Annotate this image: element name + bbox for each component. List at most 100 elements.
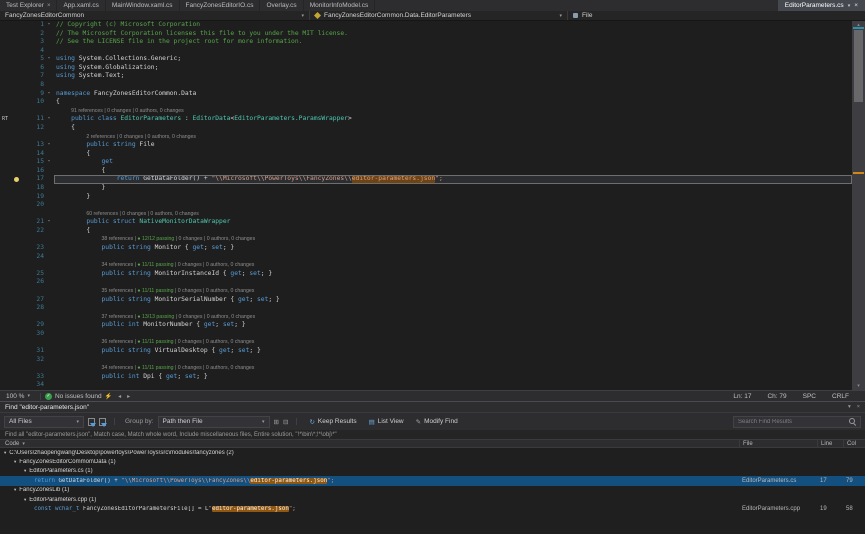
eol-indicator[interactable]: CRLF xyxy=(832,393,849,400)
close-icon[interactable]: × xyxy=(854,2,858,9)
find-result-line[interactable]: const wchar_t FancyZonesEditorParameters… xyxy=(0,504,865,513)
line-number: 19 xyxy=(26,193,44,202)
find-result-group[interactable]: ▾C:\Users\zhaopengwang\Desktop\powertoys… xyxy=(0,448,865,457)
code-editor[interactable]: 1▾// Copyright (c) Microsoft Corporation… xyxy=(0,21,852,390)
column-col[interactable]: Col xyxy=(843,440,865,447)
navigate-forward-icon[interactable]: ▸ xyxy=(127,393,130,400)
find-panel-titlebar[interactable]: Find "editor-parameters.json" ▾ × xyxy=(0,402,865,412)
panel-title: Find "editor-parameters.json" xyxy=(5,404,89,411)
find-result-group[interactable]: ▾FancyZonesEditorCommon\Data (1) xyxy=(0,457,865,466)
find-result-group[interactable]: ▾EditorParameters.cs (1) xyxy=(0,467,865,476)
tab-overlay-cs[interactable]: Overlay.cs xyxy=(260,0,303,11)
scope-dropdown[interactable]: All Files ▾ xyxy=(4,416,84,428)
zoom-control[interactable]: 100 % ▾ xyxy=(0,393,36,400)
find-result-group[interactable]: ▾FancyZonesLib (1) xyxy=(0,486,865,495)
lightbulb-icon[interactable] xyxy=(14,177,19,182)
code-line: 6using System.Globalization; xyxy=(0,64,852,73)
search-find-results-box[interactable] xyxy=(733,416,861,428)
health-label: No issues found xyxy=(55,393,102,400)
collapse-all-icon[interactable]: ⊟ xyxy=(283,418,288,426)
tab-monitorinfomodel-cs[interactable]: MonitorInfoModel.cs xyxy=(304,0,376,11)
fold-arrow-icon[interactable]: ▾ xyxy=(44,141,54,150)
navigate-back-icon[interactable]: ◂ xyxy=(118,393,121,400)
expander-icon[interactable]: ▾ xyxy=(14,487,16,493)
expander-icon[interactable]: ▾ xyxy=(24,468,26,474)
scroll-marker-caret xyxy=(853,27,864,29)
code-text: 91 references | 0 changes | 0 authors, 0… xyxy=(54,107,852,116)
tab-app-xaml-cs[interactable]: App.xaml.cs xyxy=(57,0,105,11)
expander-icon[interactable]: ▾ xyxy=(4,450,6,456)
go-to-location-icon[interactable] xyxy=(99,418,106,426)
code-text: 38 references | ● 12/12 passing | 0 chan… xyxy=(54,235,852,244)
code-text xyxy=(54,253,852,262)
line-number: 32 xyxy=(26,356,44,365)
open-file-icon[interactable] xyxy=(88,418,95,426)
code-line: 13▾ public string File xyxy=(0,141,852,150)
expand-all-icon[interactable]: ⊞ xyxy=(274,418,279,426)
code-line: 19 } xyxy=(0,193,852,202)
result-file xyxy=(739,448,817,457)
search-input[interactable] xyxy=(738,419,846,425)
line-number: 24 xyxy=(26,253,44,262)
modify-find-button[interactable]: ✎ Modify Find xyxy=(412,416,462,428)
line-number: 30 xyxy=(26,330,44,339)
keep-results-button[interactable]: ↻ Keep Results xyxy=(305,416,360,428)
group-by-dropdown[interactable]: Path then File ▾ xyxy=(158,416,270,428)
close-icon[interactable]: × xyxy=(47,3,51,9)
fold-arrow-icon[interactable]: ▾ xyxy=(44,55,54,64)
tab-editorparameters-active[interactable]: EditorParameters.cs ▾ × xyxy=(778,0,865,11)
code-text xyxy=(54,81,852,90)
fold-arrow-icon[interactable]: ▾ xyxy=(44,90,54,99)
code-line: 3// See the LICENSE file in the project … xyxy=(0,38,852,47)
chevron-down-icon: ▾ xyxy=(27,393,30,399)
lightning-icon[interactable]: ⚡ xyxy=(105,393,112,400)
find-result-group[interactable]: ▾EditorParameters.cpp (1) xyxy=(0,495,865,504)
space-indicator[interactable]: SPC xyxy=(803,393,816,400)
column-file[interactable]: File xyxy=(739,440,817,447)
divider xyxy=(114,418,115,425)
tab-label: MainWindow.xaml.cs xyxy=(112,2,173,9)
chevron-down-icon[interactable]: ▾ xyxy=(848,3,851,9)
fold-arrow-icon[interactable]: ▾ xyxy=(44,158,54,167)
line-number: 20 xyxy=(26,201,44,210)
column-code[interactable]: Code ▾ xyxy=(0,441,739,447)
code-text: { xyxy=(54,124,852,133)
column-line[interactable]: Line xyxy=(817,440,843,447)
window-position-icon[interactable]: ▾ xyxy=(848,404,851,410)
result-file: EditorParameters.cpp xyxy=(739,504,817,513)
find-result-line[interactable]: return GetDataFolder() + "\\Microsoft\\P… xyxy=(0,476,865,485)
code-line: 31 public string VirtualDesktop { get; s… xyxy=(0,347,852,356)
result-col xyxy=(843,457,865,466)
scroll-down-icon[interactable]: ▾ xyxy=(852,382,865,390)
document-health-indicator[interactable]: ✓ No issues found xyxy=(45,393,102,400)
line-number: 27 xyxy=(26,296,44,305)
line-number: 21 xyxy=(26,218,44,227)
line-indicator[interactable]: Ln: 17 xyxy=(733,393,751,400)
scrollbar-thumb[interactable] xyxy=(854,30,863,102)
column-indicator[interactable]: Ch: 79 xyxy=(767,393,786,400)
fold-arrow-icon[interactable]: ▾ xyxy=(44,218,54,227)
type-dropdown[interactable]: FancyZonesEditorCommon.Data.EditorParame… xyxy=(310,11,568,20)
tab-mainwindow-xaml-cs[interactable]: MainWindow.xaml.cs xyxy=(106,0,180,11)
editor-scrollbar[interactable]: ▴ ▾ xyxy=(852,21,865,390)
list-view-button[interactable]: ▤ List View xyxy=(365,416,408,428)
line-number: 17 xyxy=(26,175,44,184)
member-dropdown[interactable]: File xyxy=(568,11,865,20)
expander-icon[interactable]: ▾ xyxy=(24,497,26,503)
tab-label: Test Explorer xyxy=(6,2,44,9)
chevron-down-icon: ▾ xyxy=(559,13,562,19)
tab-test-explorer[interactable]: Test Explorer× xyxy=(0,0,57,11)
line-number: 3 xyxy=(26,38,44,47)
line-number: 11 xyxy=(26,115,44,124)
project-dropdown[interactable]: FancyZonesEditorCommon ▾ xyxy=(0,11,310,20)
code-text: } xyxy=(54,184,852,193)
line-number: 10 xyxy=(26,98,44,107)
expander-icon[interactable]: ▾ xyxy=(14,459,16,465)
fold-arrow-icon[interactable]: ▾ xyxy=(44,115,54,124)
code-line: 28 xyxy=(0,304,852,313)
chevron-down-icon: ▾ xyxy=(262,419,265,425)
tab-fancyzoneseditorio-cs[interactable]: FancyZonesEditorIO.cs xyxy=(180,0,261,11)
result-text: const wchar_t FancyZonesEditorParameters… xyxy=(0,506,739,512)
fold-arrow-icon[interactable]: ▾ xyxy=(44,21,54,30)
close-icon[interactable]: × xyxy=(857,404,860,410)
